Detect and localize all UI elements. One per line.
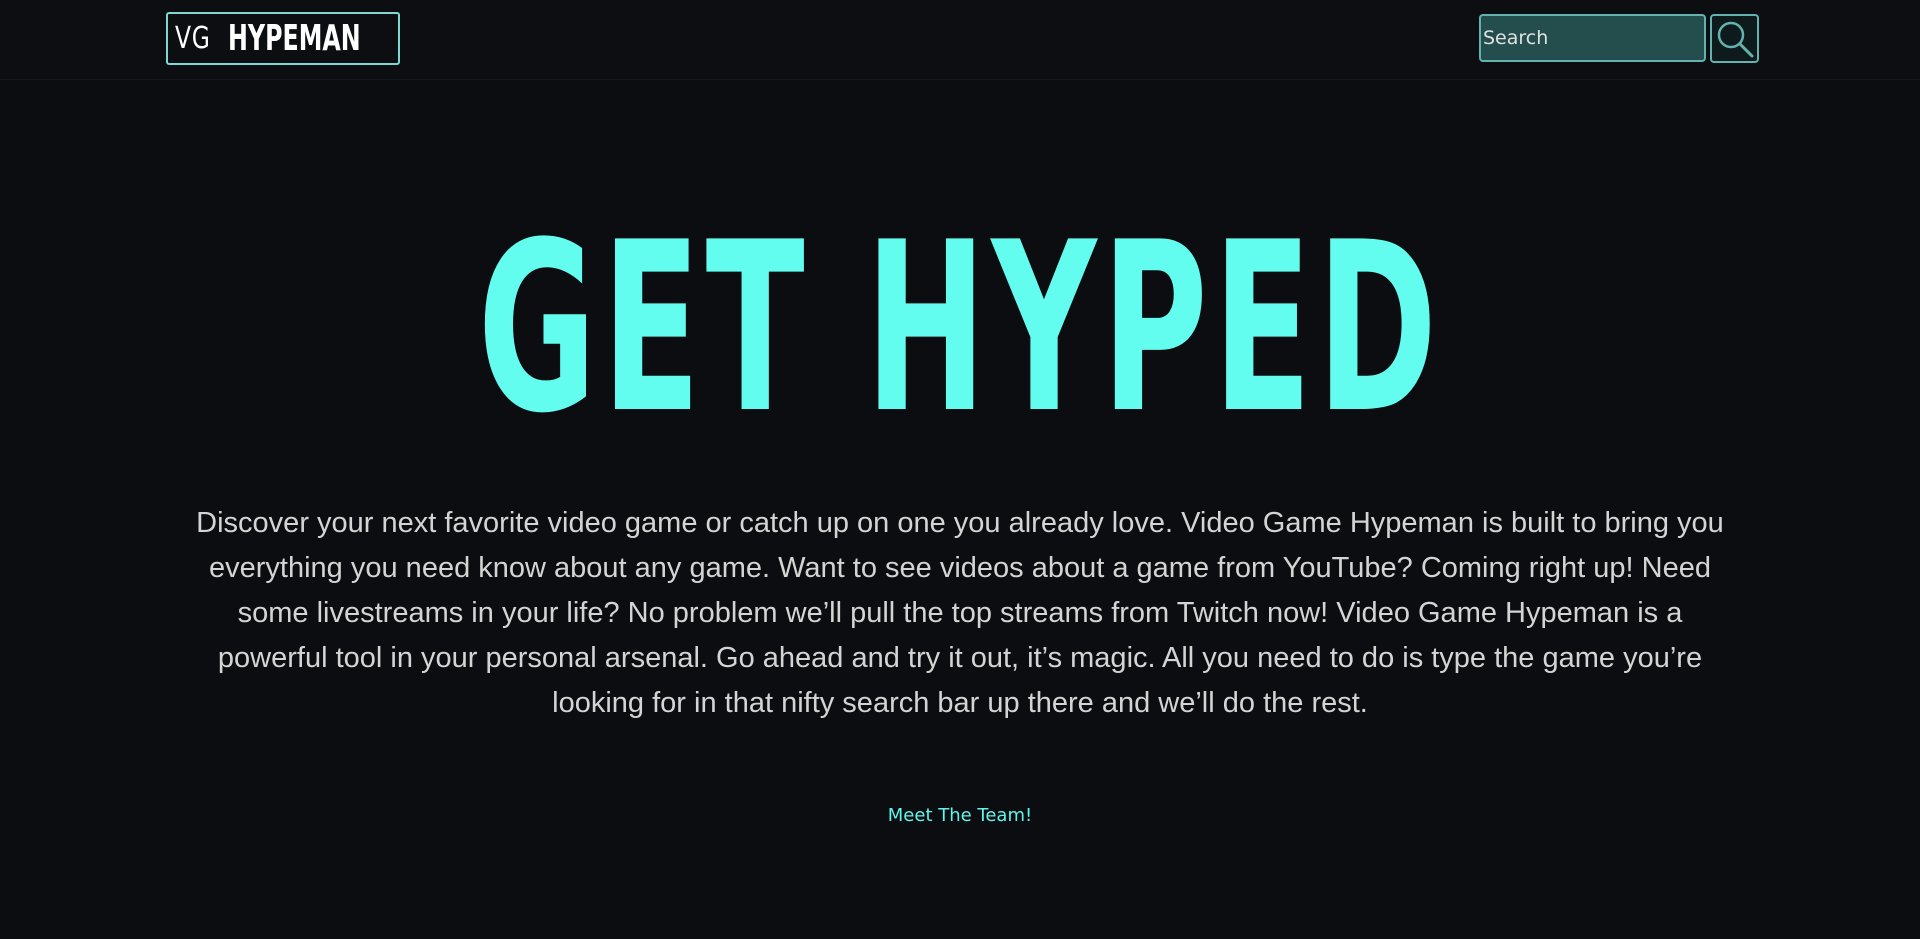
hero-title: GET HYPED (477, 193, 1443, 465)
team-link-container: Meet The Team! (0, 805, 1920, 826)
meet-the-team-link[interactable]: Meet The Team! (888, 805, 1032, 826)
site-logo[interactable]: VG HYPEMAN (166, 12, 400, 65)
search-icon (1717, 21, 1753, 57)
intro-paragraph: Discover your next favorite video game o… (196, 507, 1724, 719)
logo-name: HYPEMAN (228, 17, 361, 59)
search-button[interactable] (1710, 14, 1759, 63)
logo-prefix: VG (175, 20, 211, 56)
navbar: VG HYPEMAN (0, 0, 1920, 80)
search-input[interactable] (1479, 14, 1706, 62)
